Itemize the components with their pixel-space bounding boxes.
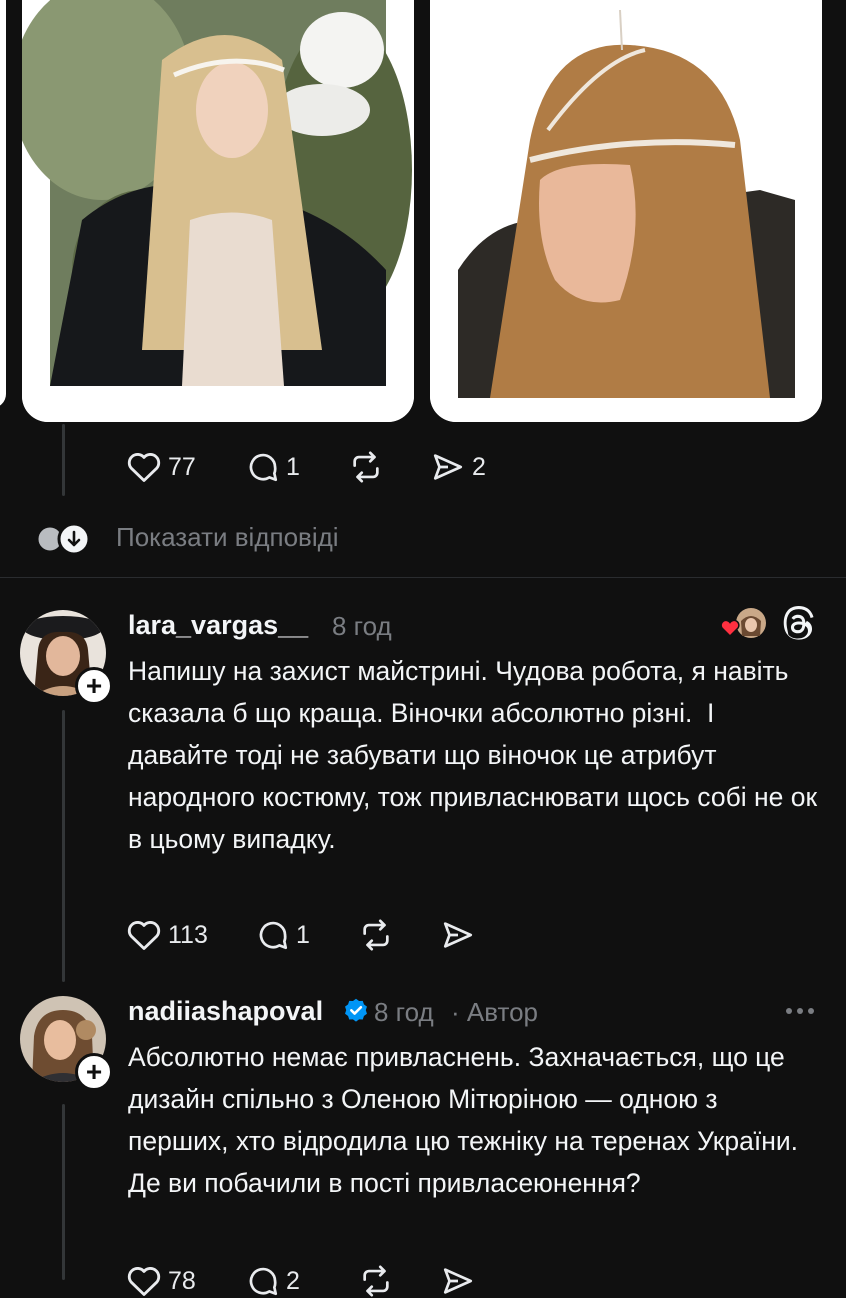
- share-icon: [443, 922, 473, 948]
- share-icon: [443, 1268, 473, 1294]
- comment-repost-button[interactable]: [358, 1264, 394, 1298]
- verified-icon: [342, 997, 370, 1025]
- comment-reply-button[interactable]: 1: [256, 918, 310, 952]
- comment-time: 8 год: [332, 611, 392, 641]
- comment-time: 8 год: [374, 997, 434, 1027]
- repost-icon: [363, 919, 389, 951]
- like-count: 77: [168, 452, 196, 481]
- heart-avatar-icon: [720, 608, 766, 638]
- reply-avatars-icon: [35, 522, 91, 556]
- comment-icon: [249, 1267, 278, 1296]
- divider: [0, 577, 846, 578]
- author-label: · Автор: [451, 997, 539, 1027]
- comment-username[interactable]: lara_vargas__: [128, 610, 308, 641]
- reply-count: 1: [286, 452, 300, 481]
- heart-icon: [127, 921, 161, 950]
- comment-like-button[interactable]: 78: [126, 1264, 196, 1298]
- comment-share-button[interactable]: [440, 1264, 476, 1298]
- more-icon: [786, 1008, 814, 1014]
- share-count: 2: [472, 452, 486, 481]
- thread-line-comment-2: [62, 1104, 65, 1280]
- photo-girl-with-headpiece: [430, 0, 822, 422]
- reply-count: 1: [296, 920, 310, 949]
- comment-icon: [259, 921, 288, 950]
- repost-icon: [353, 451, 379, 483]
- like-count: 113: [168, 920, 208, 949]
- comment-share-button[interactable]: [440, 918, 476, 952]
- follow-plus-button[interactable]: +: [75, 667, 113, 705]
- reply-avatars-stack[interactable]: [34, 522, 94, 556]
- photo-girl-in-garden: [22, 0, 414, 422]
- comment-username[interactable]: nadiiashapoval: [128, 996, 323, 1027]
- more-options-button[interactable]: [782, 996, 818, 1026]
- repost-icon: [363, 1265, 389, 1297]
- post-like-button[interactable]: 77: [126, 450, 196, 484]
- threads-icon[interactable]: [780, 606, 816, 642]
- show-replies-link[interactable]: Показати відповіді: [116, 522, 339, 553]
- post-reply-button[interactable]: 1: [246, 450, 300, 484]
- previous-image-card-edge[interactable]: [0, 0, 6, 408]
- thread-line-comment-1: [62, 710, 65, 982]
- reply-count: 2: [286, 1266, 300, 1295]
- heart-icon: [127, 453, 161, 482]
- comment-icon: [249, 453, 278, 482]
- comment-reply-button[interactable]: 2: [246, 1264, 300, 1298]
- post-share-button[interactable]: 2: [430, 450, 486, 484]
- like-count: 78: [168, 1266, 196, 1295]
- follow-plus-button[interactable]: +: [75, 1053, 113, 1091]
- comment-like-button[interactable]: 113: [126, 918, 208, 952]
- comment-text: Напишу на захист майстрині. Чудова робот…: [128, 656, 825, 854]
- post-repost-button[interactable]: [348, 450, 384, 484]
- comment-text: Абсолютно немає привласнень. Захначаєтьс…: [128, 1042, 806, 1198]
- comment-repost-button[interactable]: [358, 918, 394, 952]
- thread-line-post: [62, 424, 65, 496]
- post-image-right[interactable]: [430, 0, 822, 422]
- heart-icon: [127, 1267, 161, 1296]
- post-image-left[interactable]: [22, 0, 414, 422]
- verified-badge-icon: [345, 998, 367, 1022]
- share-icon: [433, 454, 463, 480]
- liked-by-author-indicator: [718, 606, 768, 642]
- threads-logo-icon: [783, 606, 814, 640]
